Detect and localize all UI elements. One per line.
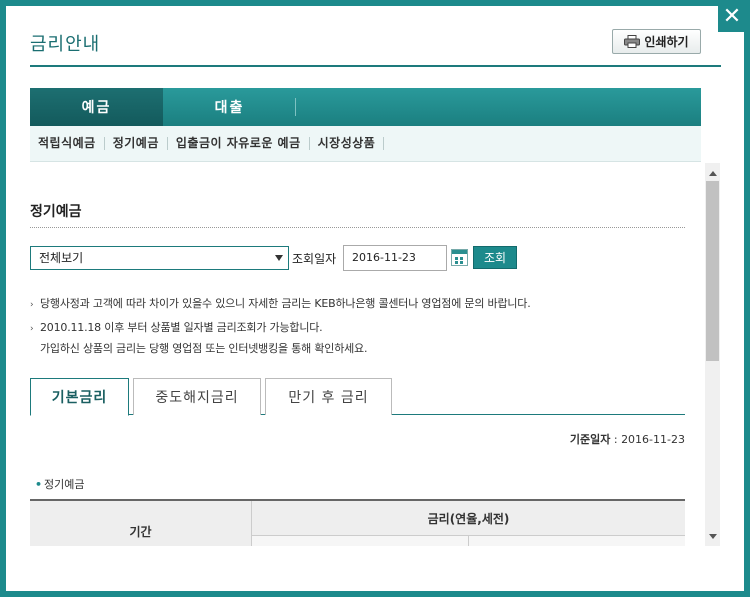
rate-tab-bar: 기본금리 중도해지금리 만기 후 금리 <box>30 378 685 416</box>
bullet-icon: › <box>30 324 34 334</box>
tab-deposit[interactable]: 예금 <box>30 88 163 132</box>
table-caption: • 정기예금 <box>35 476 85 492</box>
bullet-icon: › <box>30 300 34 310</box>
header-subcolumn <box>252 536 469 546</box>
section-title: 정기예금 <box>30 204 82 220</box>
vertical-scrollbar[interactable] <box>705 163 720 546</box>
content-scroll-area: 정기예금 전체보기 조회일자 2016-11-23 조회 › 당행사정과 고객에 … <box>30 163 720 546</box>
header-rate-group: 금리(연율,세전) <box>252 501 685 546</box>
print-button-label: 인쇄하기 <box>644 35 689 49</box>
tab-base-rate[interactable]: 기본금리 <box>30 378 129 416</box>
product-select-value: 전체보기 <box>39 251 84 265</box>
bullet-icon: • <box>35 478 43 491</box>
notice-item: › 2010.11.18 이후 부터 상품별 일자별 금리조회가 가능합니다. <box>30 319 323 335</box>
rate-table: 기간 금리(연율,세전) <box>30 499 685 546</box>
tab-loan[interactable]: 대출 <box>163 88 296 126</box>
notice-item: › 당행사정과 고객에 따라 차이가 있을수 있으니 자세한 금리는 KEB하나은… <box>30 295 531 311</box>
notice-text: 2010.11.18 이후 부터 상품별 일자별 금리조회가 가능합니다. <box>40 321 323 334</box>
main-tab-bar: 예금 대출 <box>30 88 701 132</box>
base-date-label: 기준일자 <box>569 433 611 446</box>
chevron-down-icon <box>275 255 283 261</box>
subnav-demand-deposit[interactable]: 입출금이 자유로운 예금 <box>168 137 310 150</box>
header-rate-subcolumns <box>252 536 685 546</box>
tab-deposit-label: 예금 <box>81 100 112 116</box>
subnav-time-deposit[interactable]: 정기예금 <box>105 137 168 150</box>
close-button[interactable]: ✕ <box>718 4 746 32</box>
scrollbar-thumb[interactable] <box>706 181 719 361</box>
sub-navigation: 적립식예금 정기예금 입출금이 자유로운 예금 시장성상품 <box>30 126 701 162</box>
scroll-up-button[interactable] <box>705 169 720 179</box>
date-input[interactable]: 2016-11-23 <box>343 245 447 271</box>
header-subcolumn <box>469 536 685 546</box>
base-date: 기준일자 : 2016-11-23 <box>569 433 685 446</box>
subnav-market-products[interactable]: 시장성상품 <box>310 137 385 150</box>
notice-text-continued: 가입하신 상품의 금리는 당행 영업점 또는 인터넷뱅킹을 통해 확인하세요. <box>40 342 368 355</box>
section-divider <box>30 227 685 228</box>
tab-separator <box>295 98 296 116</box>
arrow-up-icon <box>708 171 717 176</box>
tab-loan-label: 대출 <box>214 100 245 116</box>
print-button[interactable]: 인쇄하기 <box>612 29 701 54</box>
close-icon: ✕ <box>722 4 742 29</box>
page-title: 금리안내 <box>30 34 101 55</box>
search-button[interactable]: 조회 <box>473 246 517 269</box>
product-select[interactable]: 전체보기 <box>30 246 289 270</box>
notice-text: 당행사정과 고객에 따라 차이가 있을수 있으니 자세한 금리는 KEB하나은행… <box>40 297 531 310</box>
header-rate: 금리(연율,세전) <box>252 501 685 536</box>
base-date-value: 2016-11-23 <box>621 433 685 446</box>
title-divider <box>30 65 721 67</box>
table-caption-text: 정기예금 <box>44 478 85 491</box>
calendar-icon[interactable] <box>451 249 468 266</box>
scroll-down-button[interactable] <box>705 532 720 542</box>
arrow-down-icon <box>708 534 717 539</box>
header-period: 기간 <box>30 501 252 546</box>
tab-post-maturity-rate[interactable]: 만기 후 금리 <box>265 378 392 415</box>
printer-icon <box>624 35 641 48</box>
tab-early-termination-rate[interactable]: 중도해지금리 <box>133 378 261 415</box>
table-header-row: 기간 금리(연율,세전) <box>30 501 685 546</box>
subnav-installment-savings[interactable]: 적립식예금 <box>38 137 105 150</box>
date-label: 조회일자 <box>292 252 337 266</box>
